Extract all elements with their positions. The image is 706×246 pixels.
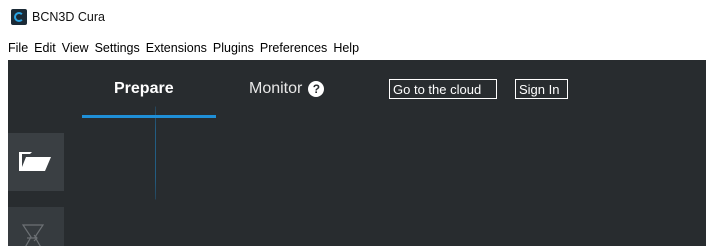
sign-in-button[interactable]: Sign In <box>515 79 568 99</box>
scale-icon <box>21 224 45 246</box>
go-to-cloud-button[interactable]: Go to the cloud <box>389 79 497 99</box>
menu-preferences[interactable]: Preferences <box>260 41 330 55</box>
main-app-area: Prepare Monitor ? Go to the cloud Sign I… <box>8 60 706 246</box>
app-logo-icon <box>11 9 27 25</box>
menu-bar: File Edit View Settings Extensions Plugi… <box>0 38 706 58</box>
open-file-button[interactable] <box>8 133 64 191</box>
menu-view[interactable]: View <box>62 41 92 55</box>
vertical-guide-line <box>155 106 156 200</box>
menu-help[interactable]: Help <box>333 41 362 55</box>
folder-open-icon <box>19 152 51 171</box>
stage-tabs: Prepare Monitor ? Go to the cloud Sign I… <box>8 60 706 120</box>
title-bar: BCN3D Cura <box>0 0 706 34</box>
help-icon[interactable]: ? <box>308 81 325 97</box>
tab-monitor-label: Monitor <box>249 80 303 97</box>
menu-plugins[interactable]: Plugins <box>213 41 257 55</box>
menu-extensions[interactable]: Extensions <box>146 41 210 55</box>
menu-file[interactable]: File <box>8 41 31 55</box>
scale-tool-button[interactable] <box>8 207 64 246</box>
active-tab-indicator <box>82 115 216 118</box>
window-title: BCN3D Cura <box>32 10 105 24</box>
tab-prepare[interactable]: Prepare <box>114 80 174 98</box>
menu-settings[interactable]: Settings <box>95 41 143 55</box>
tab-monitor[interactable]: Monitor ? <box>249 80 325 98</box>
menu-edit[interactable]: Edit <box>34 41 59 55</box>
